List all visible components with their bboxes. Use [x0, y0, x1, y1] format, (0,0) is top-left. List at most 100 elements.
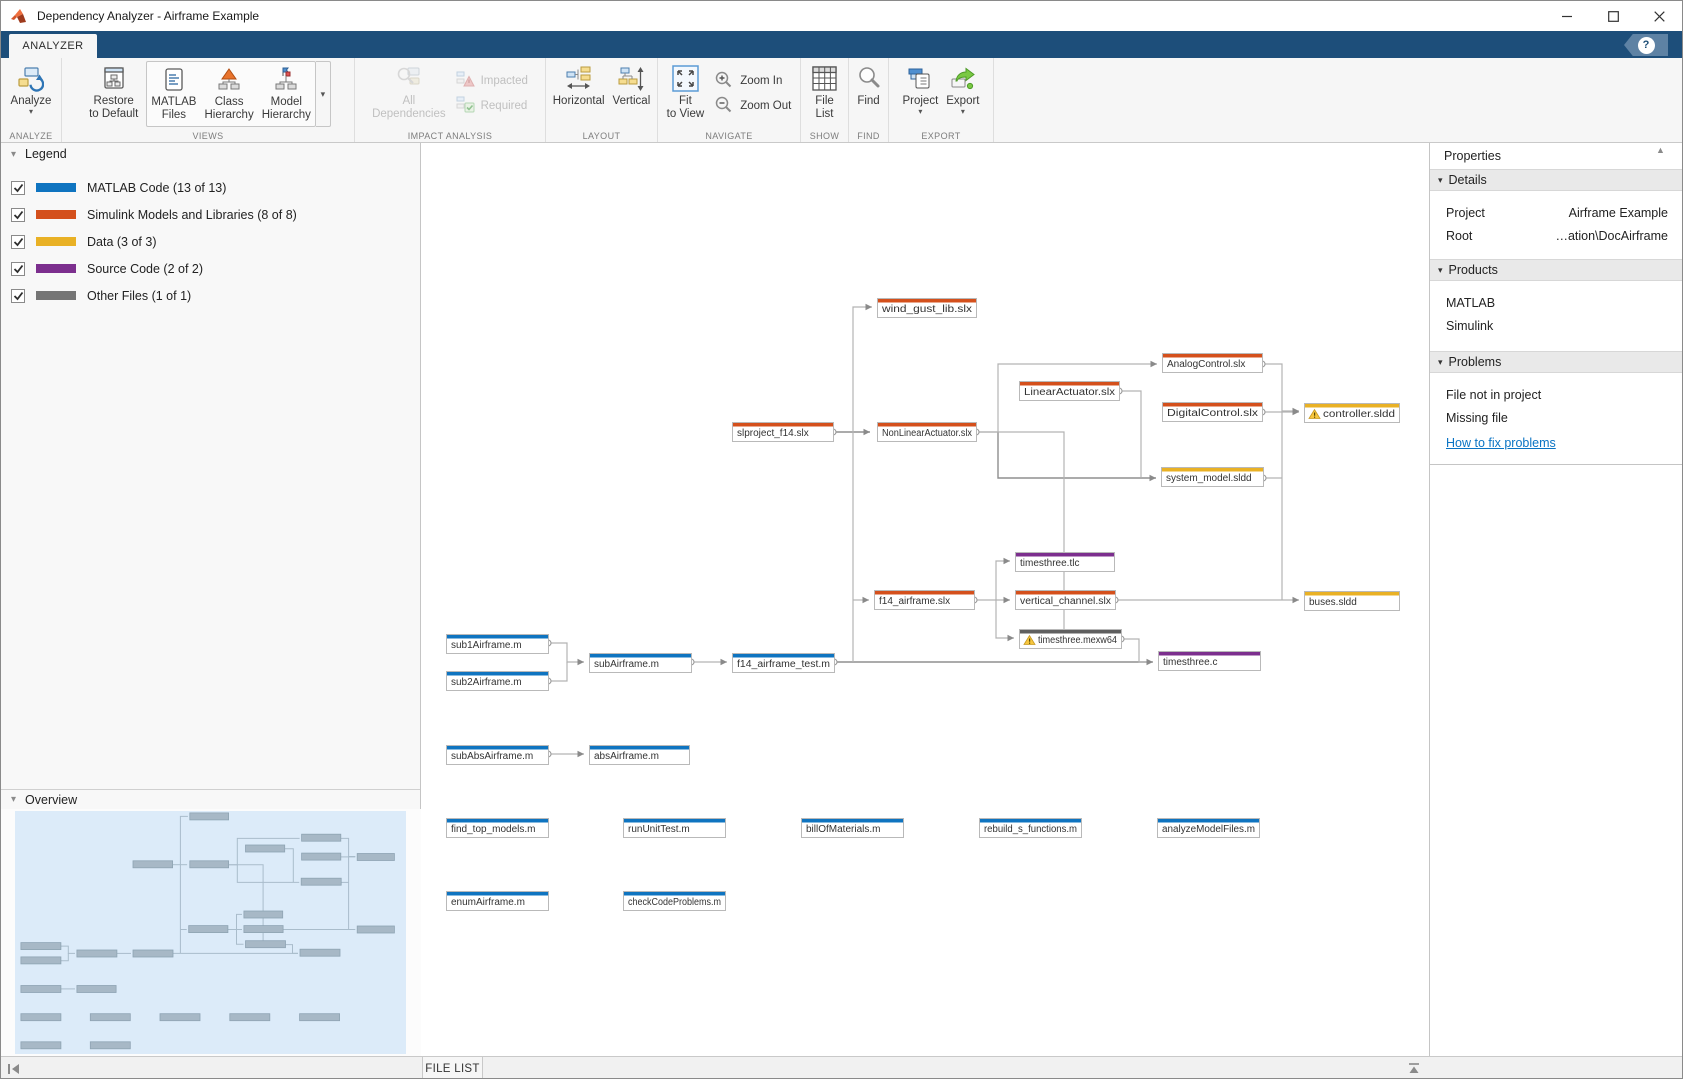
- legend-checkbox[interactable]: [11, 181, 25, 195]
- node-label: checkCodeProblems.m: [628, 897, 721, 908]
- node-label: LinearActuator.slx: [1024, 387, 1115, 398]
- graph-node-controller.sldd[interactable]: controller.sldd: [1305, 404, 1400, 423]
- graph-node-rebuild_s_functions.m[interactable]: rebuild_s_functions.m: [980, 819, 1082, 838]
- section-header-products[interactable]: ▾Products: [1430, 259, 1683, 281]
- graph-node-system_model.sldd[interactable]: system_model.sldd: [1162, 468, 1264, 487]
- collapse-left-panel-button[interactable]: [7, 1063, 21, 1075]
- section-items: File not in projectMissing fileHow to fi…: [1430, 373, 1683, 464]
- vertical-icon: [618, 62, 644, 95]
- graph-node-checkCodeProblems.m[interactable]: checkCodeProblems.m: [624, 892, 726, 911]
- graph-node-subAirframe.m[interactable]: subAirframe.m: [590, 654, 692, 673]
- legend-item: Source Code (2 of 2): [1, 255, 420, 282]
- window-title: Dependency Analyzer - Airframe Example: [37, 9, 259, 23]
- analyze-button[interactable]: Analyze▾: [7, 61, 56, 117]
- how-to-fix-link[interactable]: How to fix problems: [1446, 436, 1668, 450]
- title-bar: Dependency Analyzer - Airframe Example: [1, 1, 1682, 31]
- node-label: buses.sldd: [1309, 597, 1357, 608]
- graph-node-f14_airframe.slx[interactable]: f14_airframe.slx: [875, 591, 975, 610]
- model-hierarchy-button[interactable]: ModelHierarchy: [258, 62, 315, 126]
- zoom-out-icon: [714, 96, 734, 117]
- graph-node-sub2Airframe.m[interactable]: sub2Airframe.m: [447, 672, 549, 691]
- export-button[interactable]: Export▾: [942, 61, 983, 117]
- legend-checkbox[interactable]: [11, 262, 25, 276]
- close-button[interactable]: [1636, 1, 1682, 31]
- graph-node-absAirframe.m[interactable]: absAirframe.m: [590, 746, 690, 765]
- graph-node-sub1Airframe.m[interactable]: sub1Airframe.m: [447, 635, 549, 654]
- graph-node-find_top_models.m[interactable]: find_top_models.m: [447, 819, 549, 838]
- edge-arrow-icon: [1151, 361, 1158, 367]
- graph-node-vertical_channel.slx[interactable]: vertical_channel.slx: [1016, 591, 1116, 610]
- collapse-section-icon: ▾: [1438, 175, 1443, 186]
- matlab-logo-icon: [10, 8, 28, 24]
- graph-node-billOfMaterials.m[interactable]: billOfMaterials.m: [802, 819, 904, 838]
- graph-node-timesthree.tlc[interactable]: timesthree.tlc: [1016, 553, 1115, 572]
- find-button[interactable]: Find: [853, 61, 885, 109]
- project-button[interactable]: Project▾: [898, 61, 942, 117]
- file-list-tab[interactable]: FILE LIST: [422, 1057, 483, 1079]
- minimap-node: [302, 834, 341, 841]
- maximize-button[interactable]: [1590, 1, 1636, 31]
- analyze-icon: [18, 62, 44, 95]
- collapse-overview-icon[interactable]: ▾: [11, 794, 16, 805]
- impacted-icon: [456, 71, 475, 91]
- zoom-out-button[interactable]: Zoom Out: [714, 95, 791, 117]
- minimap-node: [133, 861, 173, 868]
- graph-node-enumAirframe.m[interactable]: enumAirframe.m: [447, 892, 549, 911]
- class-hierarchy-button[interactable]: ClassHierarchy: [200, 62, 257, 126]
- expand-bottom-panel-button[interactable]: [1407, 1062, 1421, 1075]
- node-label: DigitalControl.slx: [1167, 408, 1258, 419]
- ribbon-group-analyze: Analyze▾ANALYZE: [1, 58, 62, 142]
- edge-arrow-icon: [863, 597, 870, 603]
- node-label: find_top_models.m: [451, 824, 536, 835]
- graph-node-runUnitTest.m[interactable]: runUnitTest.m: [624, 819, 726, 838]
- collapse-ribbon-icon[interactable]: ▲: [1656, 145, 1665, 155]
- dependency-graph-canvas[interactable]: wind_gust_lib.slx AnalogControl.slx Linear…: [421, 143, 1429, 1056]
- fit-to-view-button[interactable]: Fitto View: [663, 61, 709, 122]
- ribbon-group-layout: HorizontalVerticalLAYOUT: [546, 58, 658, 142]
- horizontal-button[interactable]: Horizontal: [549, 61, 609, 109]
- views-more-button[interactable]: ▾: [316, 61, 331, 127]
- overview-minimap[interactable]: [1, 809, 421, 1056]
- graph-node-timesthree.mexw64[interactable]: timesthree.mexw64: [1020, 630, 1122, 649]
- edge-arrow-icon: [866, 304, 873, 310]
- minimap-node: [357, 926, 394, 933]
- restore-to-default-button[interactable]: Restoreto Default: [85, 61, 142, 122]
- graph-node-timesthree.c[interactable]: timesthree.c: [1159, 652, 1261, 671]
- legend-checkbox[interactable]: [11, 289, 25, 303]
- button-label: Fitto View: [667, 95, 705, 121]
- minimap-node: [246, 941, 286, 948]
- graph-node-NonLinearActuator.slx[interactable]: NonLinearActuator.slx: [878, 423, 977, 442]
- graph-node-wind_gust_lib.slx[interactable]: wind_gust_lib.slx: [878, 299, 977, 318]
- graph-node-subAbsAirframe.m[interactable]: subAbsAirframe.m: [447, 746, 549, 765]
- legend-label: Simulink Models and Libraries (8 of 8): [87, 208, 297, 222]
- minimize-button[interactable]: [1544, 1, 1590, 31]
- node-label: timesthree.mexw64: [1038, 635, 1117, 646]
- ribbon-group-show: FileListSHOW: [801, 58, 849, 142]
- button-label: Find: [857, 95, 879, 108]
- edge-arrow-icon: [1147, 659, 1154, 665]
- legend-checkbox[interactable]: [11, 208, 25, 222]
- ribbon-group-items: Find: [849, 58, 888, 129]
- help-button[interactable]: ?: [1624, 34, 1668, 56]
- zoom-in-button[interactable]: Zoom In: [714, 70, 791, 92]
- section-header-problems[interactable]: ▾Problems: [1430, 351, 1683, 373]
- graph-node-DigitalControl.slx[interactable]: DigitalControl.slx: [1163, 403, 1263, 422]
- graph-node-LinearActuator.slx[interactable]: LinearActuator.slx: [1020, 382, 1120, 401]
- vertical-button[interactable]: Vertical: [609, 61, 655, 109]
- matlab-files-button[interactable]: MATLABFiles: [147, 62, 200, 126]
- node-label: enumAirframe.m: [451, 897, 525, 908]
- legend-checkbox[interactable]: [11, 235, 25, 249]
- graph-node-AnalogControl.slx[interactable]: AnalogControl.slx: [1163, 354, 1263, 373]
- graph-node-buses.sldd[interactable]: buses.sldd: [1305, 592, 1400, 611]
- ribbon-group-items: Analyze▾: [1, 58, 61, 129]
- graph-node-f14_airframe_test.m[interactable]: f14_airframe_test.m: [733, 654, 835, 673]
- node-label: timesthree.c: [1163, 657, 1217, 668]
- file-list-button[interactable]: FileList: [807, 61, 842, 122]
- graph-node-slproject_f14.slx[interactable]: slproject_f14.slx: [733, 423, 834, 442]
- button-label: Required: [481, 100, 528, 112]
- section-header-details[interactable]: ▾Details: [1430, 169, 1683, 191]
- graph-node-analyzeModelFiles.m[interactable]: analyzeModelFiles.m: [1158, 819, 1260, 838]
- section-title: Problems: [1449, 355, 1502, 369]
- collapse-legend-icon[interactable]: ▾: [11, 149, 16, 160]
- tab-analyzer[interactable]: ANALYZER: [9, 34, 97, 58]
